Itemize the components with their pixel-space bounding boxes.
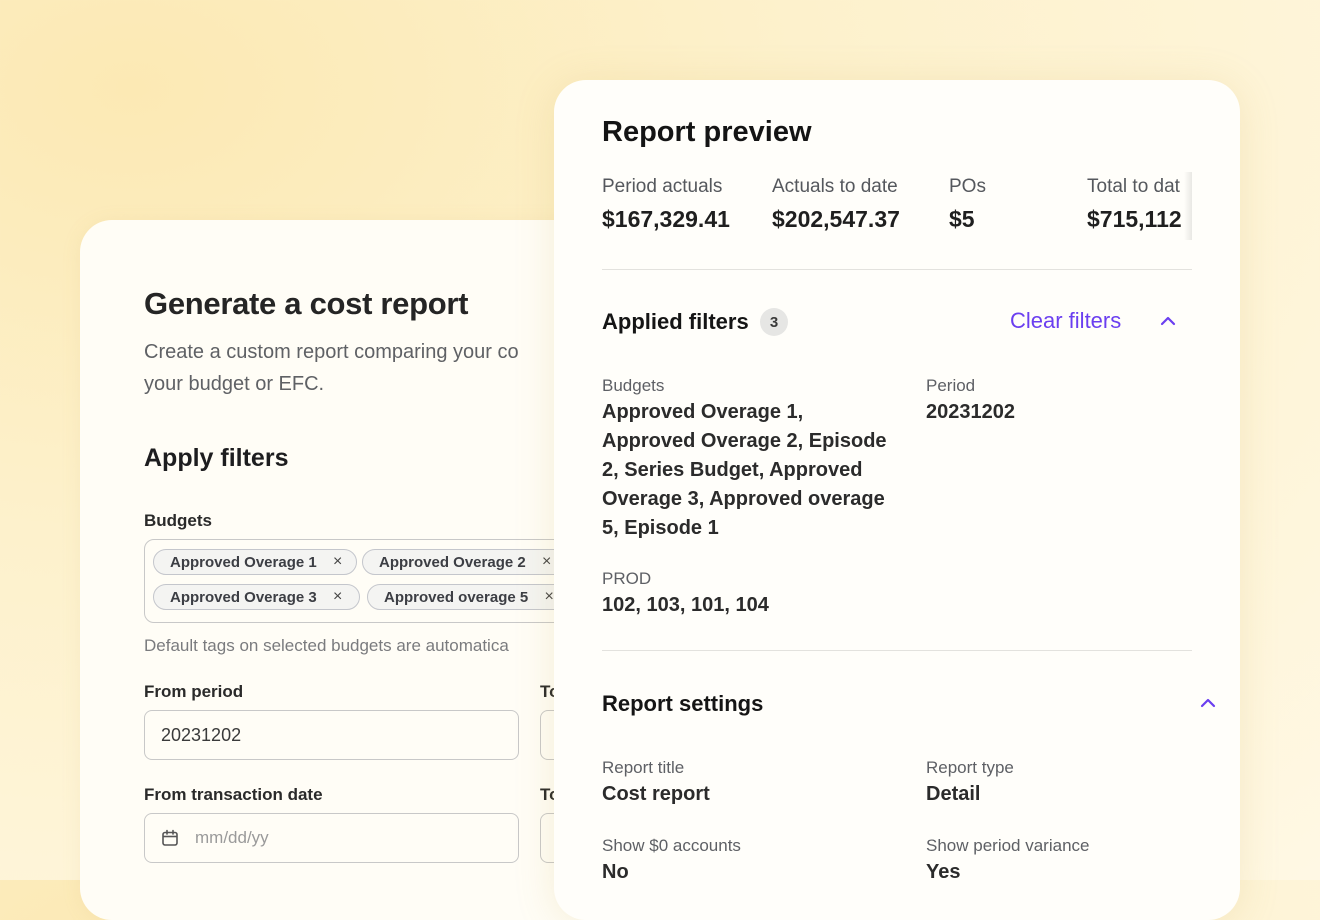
budget-tag-label: Approved Overage 3: [170, 588, 317, 606]
metric-value: $715,112: [1087, 206, 1182, 232]
from-transaction-date-placeholder: mm/dd/yy: [195, 828, 269, 847]
applied-budgets-label: Budgets: [602, 376, 665, 395]
from-transaction-date-label: From transaction date: [144, 785, 323, 804]
metric-total-to-date: Total to dat $715,112: [1087, 176, 1182, 233]
applied-filters-heading: Applied filters: [602, 309, 749, 334]
applied-budgets-line: Approved Overage 2, Episode: [602, 430, 887, 452]
applied-period-value: 20231202: [926, 401, 1015, 423]
from-period-label: From period: [144, 682, 244, 701]
metric-label: Total to dat: [1087, 176, 1180, 197]
budget-tag-label: Approved Overage 2: [379, 553, 526, 571]
show-zero-accounts-value: No: [602, 861, 629, 883]
show-period-variance-label: Show period variance: [926, 836, 1090, 855]
budget-tag-chip: Approved Overage 2 ×: [362, 549, 567, 575]
calendar-icon[interactable]: [161, 829, 179, 847]
chevron-up-icon[interactable]: [1159, 312, 1177, 330]
applied-budgets-value: Approved Overage 1, Approved Overage 2, …: [602, 398, 922, 543]
applied-prod-value: 102, 103, 101, 104: [602, 594, 769, 616]
report-type-label: Report type: [926, 758, 1014, 777]
metric-label: Actuals to date: [772, 176, 898, 197]
metrics-row: Period actuals $167,329.41 Actuals to da…: [602, 170, 1192, 240]
metric-value: $5: [949, 206, 975, 232]
from-period-value: 20231202: [161, 724, 242, 745]
applied-budgets-line: Approved Overage 1,: [602, 401, 804, 423]
budget-tag-chip: Approved Overage 1 ×: [153, 549, 357, 575]
metric-label: Period actuals: [602, 176, 723, 197]
divider: [602, 650, 1192, 651]
applied-budgets-line: Overage 3, Approved overage: [602, 488, 885, 510]
from-transaction-date-input[interactable]: mm/dd/yy: [144, 813, 519, 863]
show-zero-accounts-label: Show $0 accounts: [602, 836, 741, 855]
budget-tag-chip: Approved overage 5 ×: [367, 584, 572, 610]
budget-tag-label: Approved overage 5: [384, 588, 529, 606]
show-period-variance-value: Yes: [926, 861, 961, 883]
budgets-hint: Default tags on selected budgets are aut…: [144, 636, 509, 655]
close-icon[interactable]: ×: [331, 553, 345, 571]
budgets-label: Budgets: [144, 511, 212, 530]
close-icon[interactable]: ×: [331, 588, 345, 606]
metrics-scroll-fade: [1184, 172, 1192, 240]
budget-tag-label: Approved Overage 1: [170, 553, 317, 571]
report-title-label: Report title: [602, 758, 685, 777]
close-icon[interactable]: ×: [540, 553, 554, 571]
applied-budgets-line: 2, Series Budget, Approved: [602, 459, 863, 481]
report-title-value: Cost report: [602, 783, 710, 805]
applied-prod-label: PROD: [602, 569, 652, 588]
clear-filters-button[interactable]: Clear filters: [1010, 308, 1121, 334]
from-period-input[interactable]: 20231202: [144, 710, 519, 760]
metric-pos: POs $5: [949, 176, 986, 233]
filter-count-badge: 3: [760, 308, 788, 336]
metric-label: POs: [949, 176, 986, 197]
metric-period-actuals: Period actuals $167,329.41: [602, 176, 730, 233]
metric-actuals-to-date: Actuals to date $202,547.37: [772, 176, 900, 233]
report-settings-heading: Report settings: [602, 691, 764, 716]
page-title: Generate a cost report: [144, 286, 469, 321]
report-preview-card: Report preview Period actuals $167,329.4…: [554, 80, 1240, 920]
applied-period-label: Period: [926, 376, 976, 395]
metric-value: $202,547.37: [772, 206, 900, 232]
divider: [602, 269, 1192, 270]
metric-value: $167,329.41: [602, 206, 730, 232]
report-type-value: Detail: [926, 783, 981, 805]
report-preview-title: Report preview: [602, 116, 812, 148]
applied-budgets-line: 5, Episode 1: [602, 517, 719, 539]
chevron-up-icon[interactable]: [1199, 694, 1217, 712]
apply-filters-heading: Apply filters: [144, 444, 289, 472]
budget-tag-chip: Approved Overage 3 ×: [153, 584, 360, 610]
